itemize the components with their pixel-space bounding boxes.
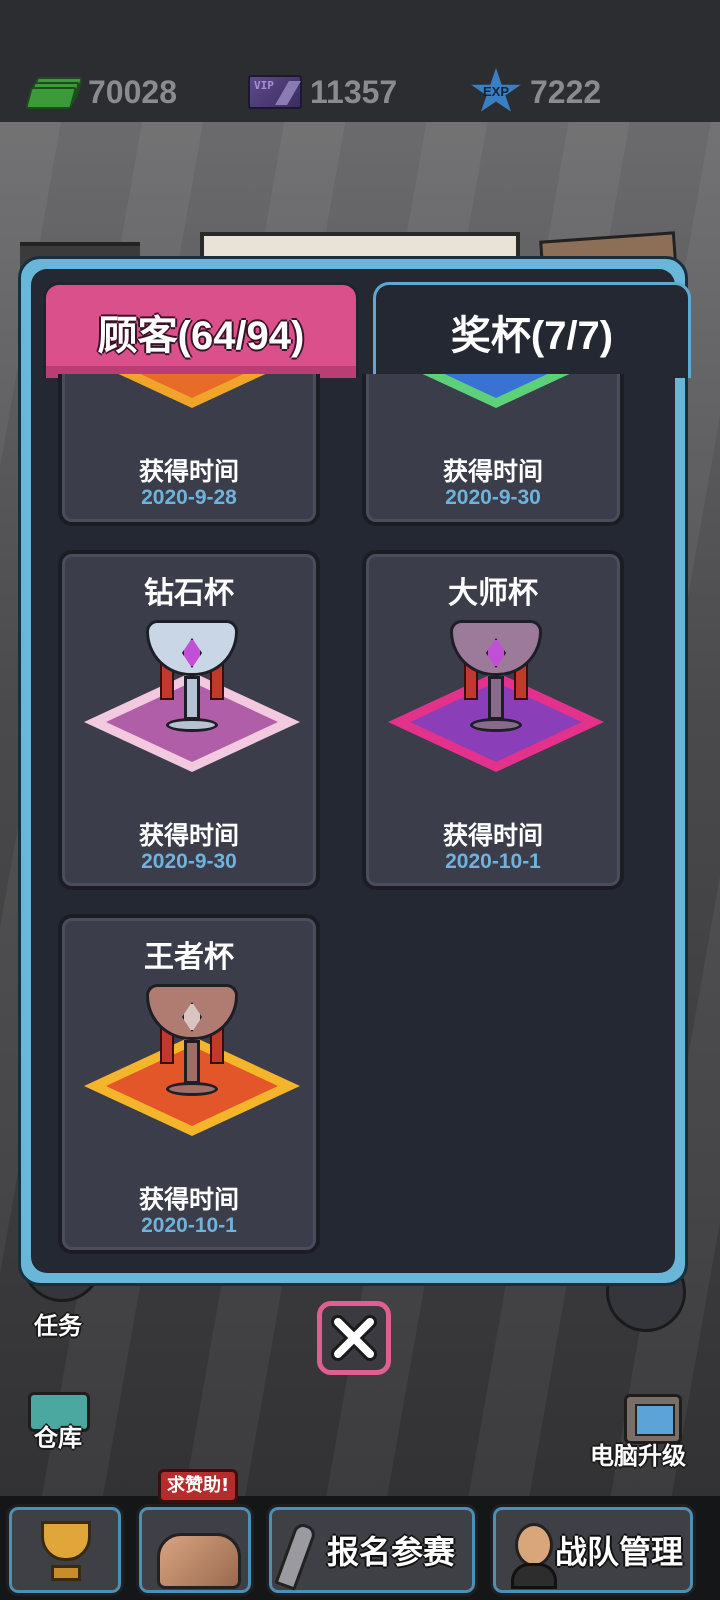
trophy-card[interactable]: 王者杯 获得时间 2020-10-1 [58,914,320,1254]
acquired-date: 2020-9-30 [445,486,541,509]
cash-counter: 70028 [25,70,177,114]
diamond-cup-icon [140,620,244,750]
cash-icon [25,75,83,109]
close-icon [331,1315,377,1361]
acquired-date: 2020-10-1 [445,850,541,873]
player-avatar-icon [511,1523,557,1589]
acquired-label: 获得时间 [442,821,543,850]
close-button[interactable] [317,1301,391,1375]
sponsor-nav-button[interactable] [136,1504,254,1596]
acquired-label: 获得时间 [442,457,543,486]
register-nav-button[interactable]: 报名参赛 [266,1504,478,1596]
bottom-nav: 报名参赛 战队管理 [0,1496,720,1600]
tab-customers[interactable]: 顾客(64/94) [43,282,359,378]
trophy-icon [31,1517,101,1589]
king-cup-icon [140,984,244,1114]
exp-star-icon: EXP [470,68,522,116]
trophy-name: 王者杯 [144,940,234,975]
trophy-card[interactable]: 获得时间 2020-9-30 [362,374,624,526]
acquired-label: 获得时间 [138,457,239,486]
currency-bar: 70028 VIP 11357 EXP 7222 [0,0,720,122]
trophy-plate [388,374,604,408]
trophy-name: 大师杯 [448,576,538,611]
vip-counter: VIP 11357 [248,70,397,114]
register-label: 报名参赛 [327,1533,456,1571]
team-nav-button[interactable]: 战队管理 [490,1504,696,1596]
acquired-label: 获得时间 [138,821,239,850]
trophy-card[interactable]: 钻石杯 获得时间 2020-9-30 [58,550,320,890]
trophy-name: 钻石杯 [144,576,234,611]
handshake-icon [157,1533,241,1589]
acquired-label: 获得时间 [138,1185,239,1214]
trophy-plate [84,374,300,408]
vip-badge-text: VIP [254,79,274,92]
trophy-card[interactable]: 大师杯 获得时间 2020-10-1 [362,550,624,890]
team-label: 战队管理 [555,1533,684,1571]
trophy-nav-button[interactable] [6,1504,124,1596]
vip-value: 11357 [310,73,398,110]
trophy-list[interactable]: 获得时间 2020-9-28 获得时间 2020-9-30 钻石杯 获得时间 2… [40,374,670,1274]
help-badge: 求赞助! [158,1469,239,1503]
master-cup-icon [444,620,548,750]
pc-upgrade-label: 电脑升级 [590,1442,686,1470]
exp-counter: EXP 7222 [470,68,602,116]
tab-trophies[interactable]: 奖杯(7/7) [373,282,691,378]
acquired-date: 2020-9-28 [141,486,237,509]
tasks-label: 任务 [34,1312,82,1340]
exp-badge-text: EXP [482,84,509,99]
trophy-card[interactable]: 获得时间 2020-9-28 [58,374,320,526]
cash-value: 70028 [88,73,177,110]
acquired-date: 2020-10-1 [141,1214,237,1237]
vip-ticket-icon: VIP [248,75,302,109]
acquired-date: 2020-9-30 [141,850,237,873]
exp-value: 7222 [530,73,602,110]
sword-icon [274,1521,318,1591]
warehouse-label: 仓库 [34,1424,82,1452]
